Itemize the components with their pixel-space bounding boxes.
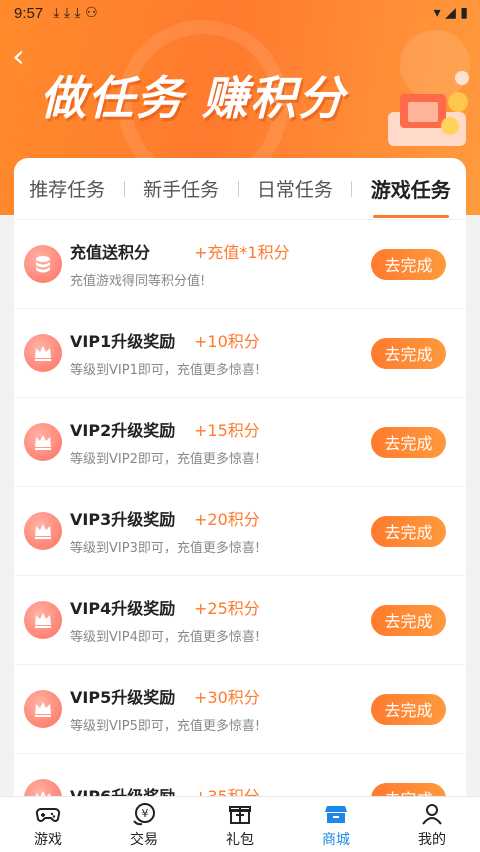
crown-icon xyxy=(24,423,62,461)
store-icon xyxy=(325,805,347,823)
task-reward: +15积分 xyxy=(194,421,260,440)
download-icons: ⤓ ⤓ ⤓ ⚇ xyxy=(53,5,98,21)
task-reward: +20积分 xyxy=(194,510,260,529)
tab-divider xyxy=(237,180,239,197)
system-icons: ▾ ◢ ▮ xyxy=(433,5,468,21)
task-name: VIP4升级奖励 xyxy=(70,599,176,618)
crown-icon xyxy=(24,690,62,728)
crown-icon xyxy=(24,601,62,639)
gift-icon xyxy=(229,805,251,824)
task-name: VIP2升级奖励 xyxy=(70,421,176,440)
tab-daily[interactable]: 日常任务 xyxy=(245,158,345,220)
nav-item-trade[interactable]: ¥ 交易 xyxy=(96,797,192,852)
clock: 9:57 xyxy=(14,4,44,22)
task-desc: 等级到VIP1即可，充值更多惊喜! xyxy=(70,363,261,378)
complete-button[interactable]: 去完成 xyxy=(371,693,446,725)
gamepad-icon xyxy=(35,807,61,822)
task-row: VIP5升级奖励 +30积分 等级到VIP5即可，充值更多惊喜! 去完成 xyxy=(14,665,466,754)
task-tabs: 推荐任务 新手任务 日常任务 游戏任务 xyxy=(14,158,466,220)
task-reward: +25积分 xyxy=(194,599,260,618)
tab-recommended[interactable]: 推荐任务 xyxy=(17,158,117,220)
task-card: 推荐任务 新手任务 日常任务 游戏任务 充值送积分 +充值*1积分 充值游戏得同… xyxy=(14,158,466,818)
complete-button[interactable]: 去完成 xyxy=(371,337,446,369)
nav-item-gifts[interactable]: 礼包 xyxy=(192,797,288,852)
hero-title: 做任务 赚积分 xyxy=(40,71,347,125)
task-desc: 等级到VIP5即可，充值更多惊喜! xyxy=(70,719,261,734)
task-reward: +10积分 xyxy=(194,332,260,351)
nav-label: 商城 xyxy=(322,831,350,848)
task-reward: +30积分 xyxy=(194,688,260,707)
task-name: 充值送积分 xyxy=(70,243,151,262)
complete-button[interactable]: 去完成 xyxy=(371,248,446,280)
task-name: VIP5升级奖励 xyxy=(70,688,176,707)
crown-icon xyxy=(24,512,62,550)
task-row: VIP2升级奖励 +15积分 等级到VIP2即可，充值更多惊喜! 去完成 xyxy=(14,398,466,487)
task-row: VIP3升级奖励 +20积分 等级到VIP3即可，充值更多惊喜! 去完成 xyxy=(14,487,466,576)
crown-icon xyxy=(24,334,62,372)
tab-game[interactable]: 游戏任务 xyxy=(359,158,463,220)
svg-text:¥: ¥ xyxy=(142,807,149,820)
nav-item-profile[interactable]: 我的 xyxy=(384,797,480,852)
trade-icon: ¥ xyxy=(133,802,155,825)
profile-icon xyxy=(422,803,442,825)
tab-divider xyxy=(123,180,125,197)
tab-newbie[interactable]: 新手任务 xyxy=(131,158,231,220)
nav-item-store[interactable]: 商城 xyxy=(288,797,384,852)
task-row: VIP1升级奖励 +10积分 等级到VIP1即可，充值更多惊喜! 去完成 xyxy=(14,309,466,398)
task-list: 充值送积分 +充值*1积分 充值游戏得同等积分值! 去完成 VIP1升级奖励 +… xyxy=(14,220,466,818)
nav-label: 礼包 xyxy=(226,831,254,848)
nav-item-games[interactable]: 游戏 xyxy=(0,797,96,852)
task-desc: 等级到VIP2即可，充值更多惊喜! xyxy=(70,452,261,467)
tab-divider xyxy=(351,180,353,197)
complete-button[interactable]: 去完成 xyxy=(371,515,446,547)
status-bar: 9:57 ⤓ ⤓ ⤓ ⚇ ▾ ◢ ▮ xyxy=(0,0,480,26)
task-row: VIP4升级奖励 +25积分 等级到VIP4即可，充值更多惊喜! 去完成 xyxy=(14,576,466,665)
nav-label: 游戏 xyxy=(34,831,62,848)
task-name: VIP3升级奖励 xyxy=(70,510,176,529)
complete-button[interactable]: 去完成 xyxy=(371,604,446,636)
task-desc: 等级到VIP4即可，充值更多惊喜! xyxy=(70,630,261,645)
task-desc: 等级到VIP3即可，充值更多惊喜! xyxy=(70,541,261,556)
task-desc: 充值游戏得同等积分值! xyxy=(70,274,206,289)
coin-stack-icon xyxy=(24,245,62,283)
bottom-nav: 游戏 ¥ 交易 礼包 商城 我的 xyxy=(0,796,480,852)
task-reward: +充值*1积分 xyxy=(194,243,290,262)
complete-button[interactable]: 去完成 xyxy=(371,426,446,458)
nav-label: 我的 xyxy=(418,831,446,848)
nav-label: 交易 xyxy=(130,831,158,848)
safe-coins-icon xyxy=(388,71,469,146)
back-button[interactable]: ‹ xyxy=(12,40,40,72)
task-row: 充值送积分 +充值*1积分 充值游戏得同等积分值! 去完成 xyxy=(14,220,466,309)
task-name: VIP1升级奖励 xyxy=(70,332,176,351)
